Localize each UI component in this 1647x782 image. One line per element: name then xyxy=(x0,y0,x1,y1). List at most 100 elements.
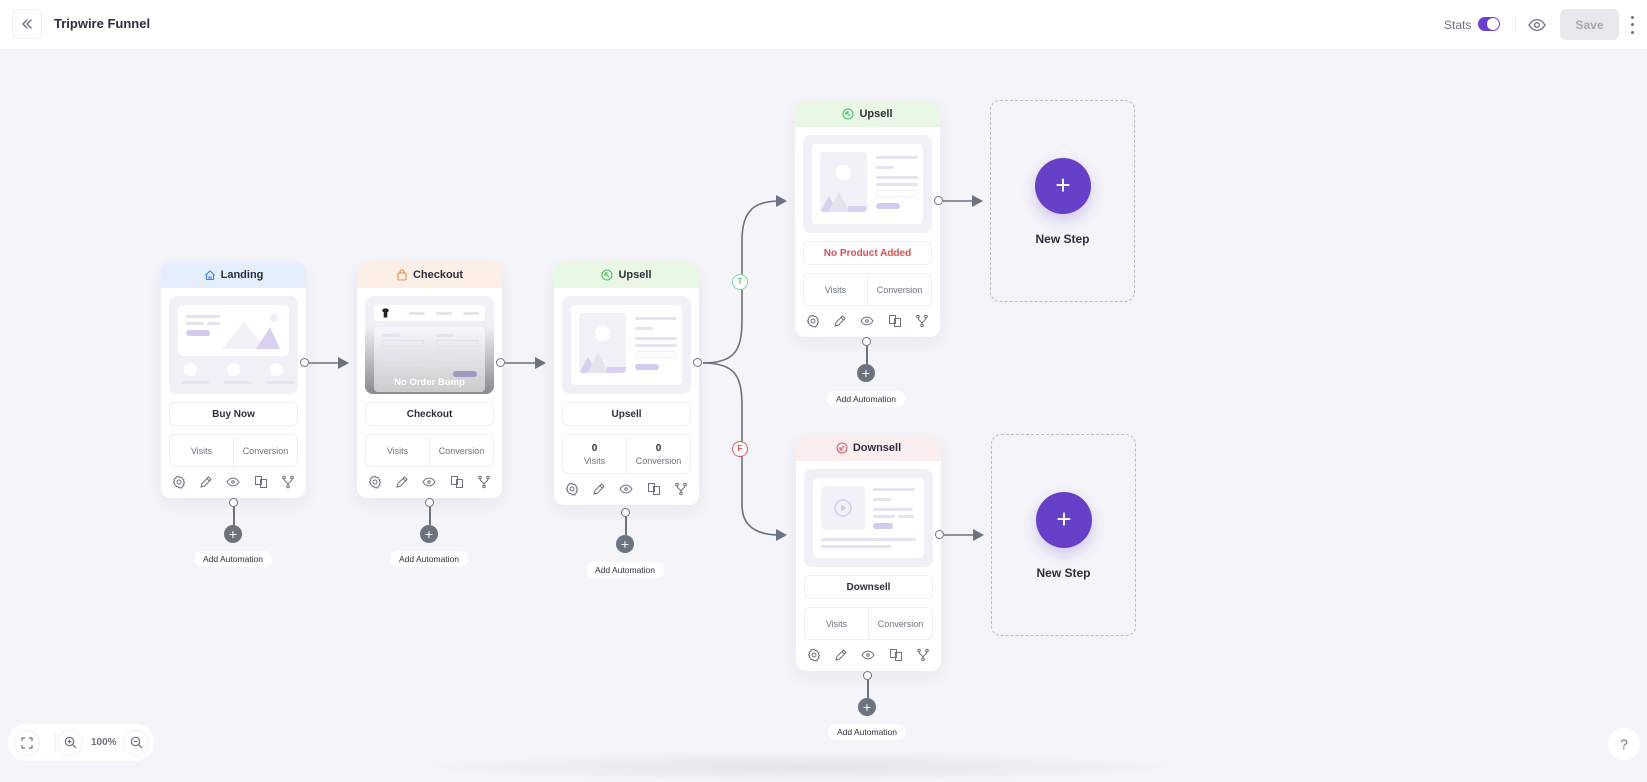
add-automation-button[interactable]: + xyxy=(616,535,634,553)
page-preview[interactable] xyxy=(804,469,933,567)
arrowhead xyxy=(776,529,787,541)
edit-pencil-icon[interactable] xyxy=(199,475,213,489)
step-name[interactable]: Checkout xyxy=(365,402,494,426)
add-automation-label[interactable]: Add Automation xyxy=(193,551,273,567)
add-new-step-button[interactable]: + xyxy=(1035,158,1091,214)
step-actions xyxy=(795,306,940,337)
arrowhead xyxy=(535,357,546,369)
step-header: Upsell xyxy=(795,101,940,127)
settings-gear-icon[interactable] xyxy=(806,314,820,328)
zoom-out-button[interactable] xyxy=(123,729,149,756)
conversion-label: Conversion xyxy=(877,618,924,629)
add-automation-button[interactable]: + xyxy=(858,698,876,716)
automation-handle[interactable] xyxy=(229,498,238,507)
duplicate-copy-icon[interactable] xyxy=(889,648,903,662)
zoom-in-icon xyxy=(64,736,76,749)
edit-pencil-icon[interactable] xyxy=(592,482,606,496)
add-automation-button[interactable]: + xyxy=(420,525,438,543)
help-button[interactable]: ? xyxy=(1608,728,1640,760)
visits-label: Visits xyxy=(824,284,847,295)
step-name[interactable]: Upsell xyxy=(562,402,691,426)
split-branch-icon[interactable] xyxy=(674,482,688,496)
automation-handle[interactable] xyxy=(863,671,872,680)
settings-gear-icon[interactable] xyxy=(807,648,821,662)
automation-connector xyxy=(625,517,627,535)
output-handle[interactable] xyxy=(693,358,702,367)
zoom-in-button[interactable] xyxy=(57,729,83,756)
step-type-label: Upsell xyxy=(618,269,652,281)
settings-gear-icon[interactable] xyxy=(565,482,579,496)
edit-pencil-icon[interactable] xyxy=(395,475,409,489)
split-branch-icon[interactable] xyxy=(281,475,295,489)
output-handle[interactable] xyxy=(496,358,505,367)
settings-gear-icon[interactable] xyxy=(368,475,382,489)
conversion-label: Conversion xyxy=(242,445,289,456)
split-branch-icon[interactable] xyxy=(916,648,930,662)
zoom-out-icon xyxy=(130,736,142,749)
preview-eye-icon[interactable] xyxy=(422,475,437,489)
preview-eye-icon[interactable] xyxy=(861,648,876,662)
step-card-landing[interactable]: Landing Buy Now Visits Conversion xyxy=(161,262,306,498)
add-automation-button[interactable]: + xyxy=(224,525,242,543)
collapse-back-button[interactable] xyxy=(12,9,42,39)
step-header: Downsell xyxy=(796,435,941,461)
order-bump-status: No Order Bump xyxy=(394,377,465,388)
conversion-count: 0 xyxy=(655,442,662,454)
preview-eye-icon[interactable] xyxy=(619,482,634,496)
top-bar: Tripwire Funnel Stats Save xyxy=(0,0,1647,50)
stats-toggle[interactable] xyxy=(1478,17,1500,31)
split-branch-icon[interactable] xyxy=(477,475,491,489)
page-preview[interactable] xyxy=(169,296,298,394)
add-new-step-button[interactable]: + xyxy=(1036,492,1092,548)
preview-eye-icon[interactable] xyxy=(860,314,875,328)
step-stats: Visits Conversion xyxy=(365,434,494,467)
edit-pencil-icon[interactable] xyxy=(833,314,847,328)
duplicate-copy-icon[interactable] xyxy=(647,482,661,496)
step-header: Checkout xyxy=(357,262,502,288)
zoom-controls: 100% xyxy=(8,724,154,761)
fit-view-button[interactable] xyxy=(14,729,40,756)
save-button[interactable]: Save xyxy=(1560,9,1619,40)
step-name-error[interactable]: No Product Added xyxy=(803,241,932,265)
step-stats: Visits Conversion xyxy=(169,434,298,467)
output-handle[interactable] xyxy=(934,196,943,205)
add-automation-label[interactable]: Add Automation xyxy=(389,551,469,567)
page-preview[interactable] xyxy=(803,135,932,233)
add-automation-label[interactable]: Add Automation xyxy=(827,724,907,740)
output-handle[interactable] xyxy=(935,530,944,539)
split-branch-icon[interactable] xyxy=(915,314,929,328)
step-name[interactable]: Buy Now xyxy=(169,402,298,426)
automation-handle[interactable] xyxy=(425,498,434,507)
step-type-label: Landing xyxy=(220,269,264,281)
step-card-upsell[interactable]: Upsell Upsell 0 Visits 0 Conversion xyxy=(554,262,699,505)
step-header: Upsell xyxy=(554,262,699,288)
conversion-label: Conversion xyxy=(438,445,485,456)
automation-connector xyxy=(429,507,431,525)
fullscreen-icon xyxy=(21,736,33,749)
duplicate-copy-icon[interactable] xyxy=(888,314,902,328)
step-stats: 0 Visits 0 Conversion xyxy=(562,434,691,474)
new-step-placeholder[interactable]: + New Step xyxy=(990,100,1135,302)
step-card-upsell-2[interactable]: Upsell No Product Added Visits Conversio… xyxy=(795,101,940,337)
downsell-arrow-icon xyxy=(836,442,848,454)
more-options-icon[interactable] xyxy=(1628,14,1636,36)
step-actions xyxy=(796,640,941,671)
add-automation-button[interactable]: + xyxy=(857,364,875,382)
preview-eye-icon[interactable] xyxy=(226,475,241,489)
step-name[interactable]: Downsell xyxy=(804,575,933,599)
add-automation-label[interactable]: Add Automation xyxy=(826,391,906,407)
new-step-placeholder[interactable]: + New Step xyxy=(991,434,1136,636)
settings-gear-icon[interactable] xyxy=(172,475,186,489)
automation-handle[interactable] xyxy=(621,508,630,517)
duplicate-copy-icon[interactable] xyxy=(450,475,464,489)
page-preview[interactable]: No Order Bump xyxy=(365,296,494,394)
add-automation-label[interactable]: Add Automation xyxy=(585,562,665,578)
step-card-downsell[interactable]: Downsell Downsell Visits Conversion xyxy=(796,435,941,671)
page-preview[interactable] xyxy=(562,296,691,394)
duplicate-copy-icon[interactable] xyxy=(254,475,268,489)
output-handle[interactable] xyxy=(300,358,309,367)
automation-handle[interactable] xyxy=(862,337,871,346)
step-card-checkout[interactable]: Checkout No Order Bump Checkout Visits C… xyxy=(357,262,502,498)
preview-eye-icon[interactable] xyxy=(1527,15,1547,35)
edit-pencil-icon[interactable] xyxy=(834,648,848,662)
